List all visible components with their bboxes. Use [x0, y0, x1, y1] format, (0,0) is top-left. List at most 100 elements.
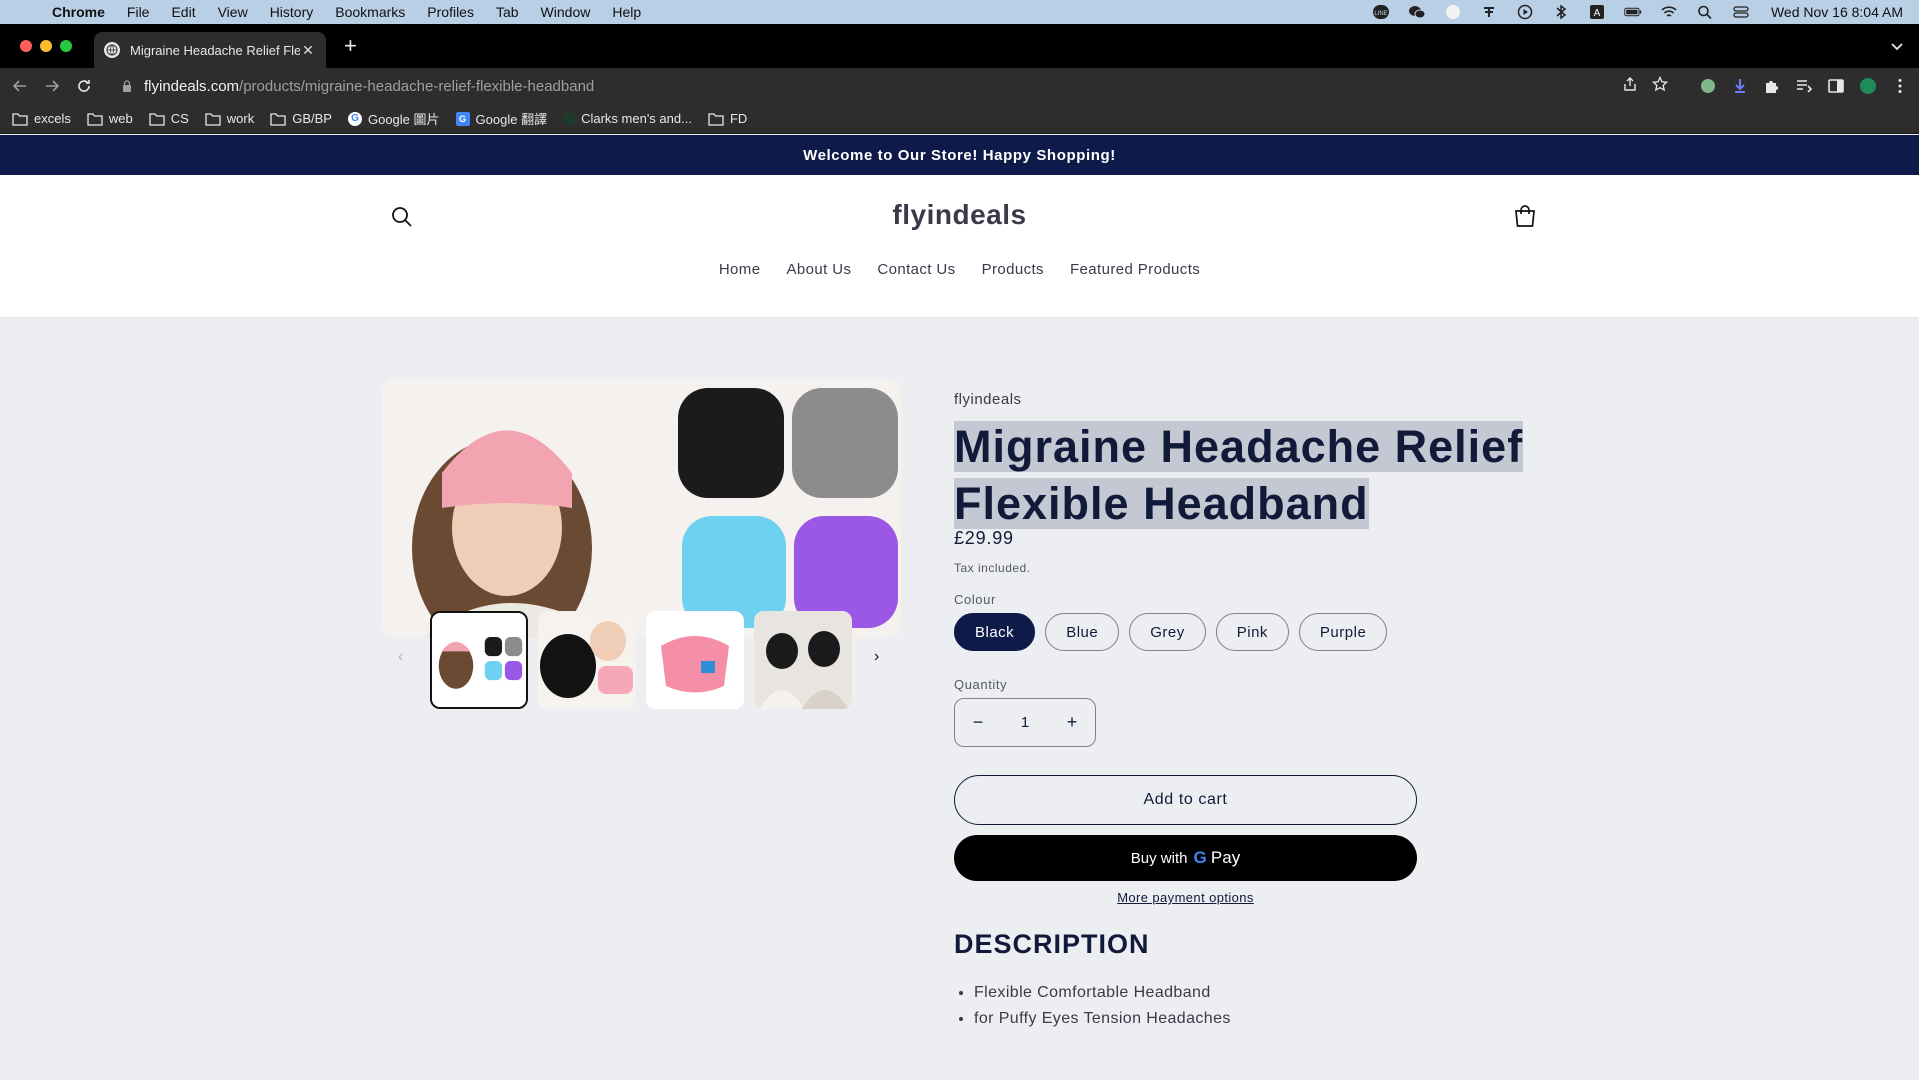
- thumbnail-next-icon[interactable]: ›: [874, 648, 879, 666]
- download-extension-icon[interactable]: [1731, 77, 1749, 95]
- bookmark-google-images[interactable]: G Google 圖片: [347, 109, 440, 128]
- buy-with-label: Buy with: [1130, 849, 1188, 867]
- nav-home[interactable]: Home: [719, 261, 761, 278]
- buy-with-gpay-button[interactable]: Buy with G Pay: [954, 835, 1417, 881]
- wechat-icon[interactable]: [1407, 4, 1427, 20]
- colour-option-purple[interactable]: Purple: [1298, 613, 1388, 651]
- menu-bookmarks[interactable]: Bookmarks: [324, 4, 416, 20]
- browser-toolbar: flyindeals.com/products/migraine-headach…: [0, 68, 1919, 104]
- tab-title: Migraine Headache Relief Flexi: [130, 42, 300, 58]
- product-title-line2: Flexible Headband: [954, 478, 1369, 529]
- google-g-icon: G: [347, 111, 362, 126]
- more-payment-options-link[interactable]: More payment options: [954, 890, 1417, 905]
- side-panel-icon[interactable]: [1827, 77, 1845, 95]
- battery-icon[interactable]: [1623, 4, 1643, 20]
- product-vendor: flyindeals: [954, 391, 1022, 408]
- bookmark-folder-excels[interactable]: excels: [12, 111, 71, 126]
- colour-option-grey[interactable]: Grey: [1129, 613, 1206, 651]
- line-app-icon[interactable]: LINE: [1371, 4, 1391, 20]
- reading-list-icon[interactable]: [1795, 77, 1813, 95]
- quantity-label: Quantity: [954, 677, 1008, 692]
- bookmark-google-translate[interactable]: G Google 翻譯: [455, 109, 547, 128]
- store-header: flyindeals Home About Us Contact Us Prod…: [0, 175, 1919, 318]
- share-icon[interactable]: [1622, 76, 1638, 96]
- thumbnail-4[interactable]: [754, 611, 852, 709]
- store-logo[interactable]: flyindeals: [0, 199, 1919, 231]
- menu-view[interactable]: View: [207, 4, 259, 20]
- window-zoom-button[interactable]: [60, 40, 72, 52]
- announcement-bar: Welcome to Our Store! Happy Shopping!: [0, 135, 1919, 175]
- reload-icon[interactable]: [68, 72, 100, 100]
- forward-arrow-icon[interactable]: [36, 72, 68, 100]
- colour-option-pink[interactable]: Pink: [1215, 613, 1289, 651]
- url-host: flyindeals.com: [144, 77, 240, 95]
- cart-icon[interactable]: [1512, 204, 1538, 230]
- thumbnail-1[interactable]: [430, 611, 528, 709]
- thumbnail-2[interactable]: [538, 611, 636, 709]
- bookmark-clarks[interactable]: Clarks men's and...: [563, 111, 692, 126]
- browser-menu-icon[interactable]: [1891, 77, 1909, 95]
- svg-text:LINE: LINE: [1374, 11, 1387, 17]
- spotlight-search-icon[interactable]: [1695, 4, 1715, 20]
- tab-search-chevron-icon[interactable]: [1889, 38, 1905, 54]
- bookmark-folder-web[interactable]: web: [87, 111, 133, 126]
- thumbnail-prev-icon[interactable]: ‹: [398, 648, 403, 666]
- folder-icon: [12, 112, 28, 126]
- menu-app-name[interactable]: Chrome: [50, 4, 116, 20]
- menu-window[interactable]: Window: [530, 4, 602, 20]
- description-item: Flexible Comfortable Headband: [974, 980, 1231, 1006]
- nav-contact-us[interactable]: Contact Us: [877, 261, 955, 278]
- menu-file[interactable]: File: [116, 4, 161, 20]
- play-icon[interactable]: [1515, 4, 1535, 20]
- extension-green-dot-icon[interactable]: [1699, 77, 1717, 95]
- user-avatar-icon[interactable]: [1443, 4, 1463, 20]
- menu-history[interactable]: History: [259, 4, 325, 20]
- puzzle-extensions-icon[interactable]: [1763, 77, 1781, 95]
- nav-featured-products[interactable]: Featured Products: [1070, 261, 1200, 278]
- product-section: ‹ › flyindeals Migraine Headache Relief …: [0, 318, 1919, 1080]
- bookmark-star-icon[interactable]: [1651, 75, 1669, 96]
- gpay-logo: G Pay: [1193, 848, 1241, 867]
- network-tool-icon[interactable]: [1479, 4, 1499, 20]
- new-tab-button[interactable]: +: [344, 35, 357, 57]
- folder-icon: [708, 112, 724, 126]
- colour-option-blue[interactable]: Blue: [1045, 613, 1120, 651]
- tab-close-icon[interactable]: ✕: [300, 42, 316, 59]
- product-main-image[interactable]: [382, 378, 901, 638]
- bluetooth-icon[interactable]: [1551, 4, 1571, 20]
- nav-about-us[interactable]: About Us: [786, 261, 851, 278]
- thumbnail-3[interactable]: [646, 611, 744, 709]
- profile-avatar-icon[interactable]: [1859, 77, 1877, 95]
- tax-note: Tax included.: [954, 561, 1031, 575]
- nav-products[interactable]: Products: [982, 261, 1044, 278]
- add-to-cart-button[interactable]: Add to cart: [954, 775, 1417, 825]
- browser-tab-active[interactable]: Migraine Headache Relief Flexi ✕: [94, 32, 326, 68]
- back-arrow-icon[interactable]: [4, 72, 36, 100]
- menu-edit[interactable]: Edit: [160, 4, 206, 20]
- extension-icons: [1699, 68, 1909, 104]
- menu-help[interactable]: Help: [601, 4, 652, 20]
- main-nav: Home About Us Contact Us Products Featur…: [0, 261, 1919, 278]
- window-close-button[interactable]: [20, 40, 32, 52]
- svg-text:A: A: [1594, 8, 1601, 19]
- colour-option-black[interactable]: Black: [954, 613, 1036, 651]
- quantity-stepper: − 1 +: [954, 698, 1096, 747]
- quantity-input[interactable]: 1: [1021, 714, 1029, 731]
- bookmark-folder-gbbp[interactable]: GB/BP: [270, 111, 332, 126]
- bookmark-folder-cs[interactable]: CS: [149, 111, 189, 126]
- bookmark-folder-work[interactable]: work: [205, 111, 254, 126]
- quantity-increase-button[interactable]: +: [1063, 712, 1081, 733]
- menu-tab[interactable]: Tab: [485, 4, 530, 20]
- url-path: /products/migraine-headache-relief-flexi…: [239, 77, 595, 95]
- window-minimize-button[interactable]: [40, 40, 52, 52]
- wifi-icon[interactable]: [1659, 4, 1679, 20]
- quantity-decrease-button[interactable]: −: [969, 712, 987, 733]
- input-source-icon[interactable]: A: [1587, 4, 1607, 20]
- browser-tab-strip: Migraine Headache Relief Flexi ✕ +: [0, 24, 1919, 68]
- bookmark-folder-fd[interactable]: FD: [708, 111, 747, 126]
- menubar-clock[interactable]: Wed Nov 16 8:04 AM: [1771, 4, 1903, 20]
- control-center-icon[interactable]: [1731, 4, 1751, 20]
- menu-profiles[interactable]: Profiles: [416, 4, 485, 20]
- folder-icon: [270, 112, 286, 126]
- address-bar[interactable]: flyindeals.com/products/migraine-headach…: [108, 70, 1688, 102]
